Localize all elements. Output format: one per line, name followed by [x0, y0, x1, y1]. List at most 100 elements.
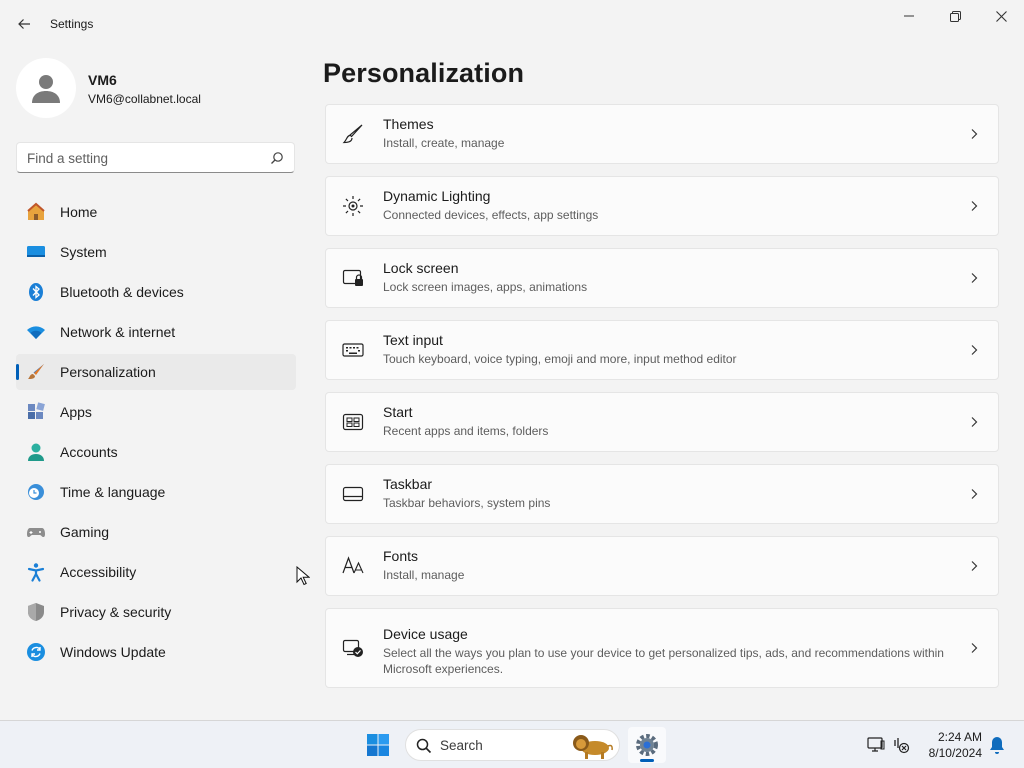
sidebar-item-label: Apps — [60, 404, 92, 420]
card-title: Text input — [383, 332, 443, 348]
card-title: Start — [383, 404, 413, 420]
close-icon — [995, 10, 1007, 22]
wifi-icon — [26, 322, 46, 342]
minimize-button[interactable] — [886, 4, 932, 28]
minimize-icon — [904, 15, 914, 17]
apps-icon — [26, 402, 46, 422]
bluetooth-icon — [26, 282, 46, 302]
card-title: Device usage — [383, 626, 468, 642]
restore-button[interactable] — [932, 4, 978, 28]
card-subtitle: Lock screen images, apps, animations — [383, 280, 588, 294]
display-tray-icon[interactable] — [866, 735, 886, 755]
back-button[interactable] — [12, 12, 36, 36]
title-bar: Settings — [0, 0, 1024, 48]
fonts-icon — [342, 555, 364, 577]
card-text-input[interactable]: Text input Touch keyboard, voice typing,… — [325, 320, 999, 380]
chevron-right-icon — [971, 561, 978, 571]
keyboard-icon — [342, 339, 364, 361]
settings-list: Themes Install, create, manage Dynamic L… — [325, 104, 999, 700]
card-subtitle: Select all the ways you plan to use your… — [383, 646, 944, 676]
system-clock[interactable]: 2:24 AM 8/10/2024 — [918, 729, 982, 761]
card-title: Lock screen — [383, 260, 459, 276]
card-dynamic-lighting[interactable]: Dynamic Lighting Connected devices, effe… — [325, 176, 999, 236]
card-taskbar[interactable]: Taskbar Taskbar behaviors, system pins — [325, 464, 999, 524]
system-icon — [26, 242, 46, 262]
sidebar-item-windows-update[interactable]: Windows Update — [16, 634, 296, 670]
running-indicator — [640, 759, 654, 762]
search-icon[interactable] — [270, 151, 284, 165]
taskbar-search[interactable]: Search — [405, 729, 620, 761]
card-subtitle: Install, create, manage — [383, 136, 505, 150]
home-icon — [26, 202, 46, 222]
card-start[interactable]: Start Recent apps and items, folders — [325, 392, 999, 452]
sidebar-item-bluetooth[interactable]: Bluetooth & devices — [16, 274, 296, 310]
sidebar-item-label: Gaming — [60, 524, 110, 540]
close-button[interactable] — [978, 4, 1024, 28]
card-themes[interactable]: Themes Install, create, manage — [325, 104, 999, 164]
start-icon — [342, 411, 364, 433]
update-icon — [26, 642, 46, 662]
sidebar-item-home[interactable]: Home — [16, 194, 296, 230]
notification-bell-icon[interactable] — [988, 735, 1006, 755]
clock-time: 2:24 AM — [937, 730, 982, 744]
lion-highlight-icon — [573, 735, 613, 759]
lighting-icon — [342, 195, 364, 217]
chevron-right-icon — [971, 129, 978, 139]
sidebar-item-label: System — [60, 244, 107, 260]
shield-icon — [26, 602, 46, 622]
network-disconnected-icon[interactable] — [892, 735, 912, 755]
card-subtitle: Connected devices, effects, app settings — [383, 208, 599, 222]
sidebar-nav: Home System Bluetooth & devices Network … — [16, 194, 296, 674]
card-title: Dynamic Lighting — [383, 188, 491, 204]
card-fonts[interactable]: Fonts Install, manage — [325, 536, 999, 596]
taskbar-search-label: Search — [440, 738, 483, 753]
user-profile[interactable]: VM6 VM6@collabnet.local — [16, 58, 296, 118]
sidebar-item-personalization[interactable]: Personalization — [16, 354, 296, 390]
sidebar-item-privacy-security[interactable]: Privacy & security — [16, 594, 296, 630]
restore-icon — [949, 10, 961, 22]
sidebar-item-label: Home — [60, 204, 98, 220]
clock-date: 8/10/2024 — [928, 746, 982, 760]
mouse-cursor-icon — [296, 566, 310, 586]
page-title: Personalization — [323, 58, 525, 88]
sidebar-item-gaming[interactable]: Gaming — [16, 514, 296, 550]
accessibility-icon — [26, 562, 46, 582]
app-title: Settings — [50, 17, 94, 31]
card-subtitle: Recent apps and items, folders — [383, 424, 549, 438]
sidebar-item-accounts[interactable]: Accounts — [16, 434, 296, 470]
user-icon — [32, 75, 60, 103]
sidebar-item-time-language[interactable]: Time & language — [16, 474, 296, 510]
user-email: VM6@collabnet.local — [88, 92, 201, 106]
chevron-right-icon — [971, 643, 978, 653]
lock-screen-icon — [342, 267, 364, 289]
search-input[interactable] — [27, 149, 263, 167]
avatar — [16, 58, 76, 118]
chevron-right-icon — [971, 345, 978, 355]
sidebar-item-label: Privacy & security — [60, 604, 172, 620]
taskbar: Search 2:24 AM 8/10/2024 — [0, 720, 1024, 768]
sidebar-item-label: Accessibility — [60, 564, 137, 580]
taskbar-settings-app[interactable] — [628, 727, 666, 763]
windows-start-icon[interactable] — [366, 733, 390, 757]
sidebar-item-label: Personalization — [60, 364, 156, 380]
globe-clock-icon — [26, 482, 46, 502]
sidebar-item-label: Network & internet — [60, 324, 176, 340]
accounts-icon — [26, 442, 46, 462]
search-icon — [416, 738, 432, 754]
chevron-right-icon — [971, 489, 978, 499]
settings-search-box[interactable] — [16, 142, 295, 173]
taskbar-icon — [342, 483, 364, 505]
sidebar-item-accessibility[interactable]: Accessibility — [16, 554, 296, 590]
card-lock-screen[interactable]: Lock screen Lock screen images, apps, an… — [325, 248, 999, 308]
user-name: VM6 — [88, 72, 117, 88]
sidebar-item-system[interactable]: System — [16, 234, 296, 270]
chevron-right-icon — [971, 273, 978, 283]
chevron-right-icon — [971, 201, 978, 211]
sidebar-item-label: Time & language — [60, 484, 166, 500]
chevron-right-icon — [971, 417, 978, 427]
sidebar-item-network[interactable]: Network & internet — [16, 314, 296, 350]
card-device-usage[interactable]: Device usage Select all the ways you pla… — [325, 608, 999, 688]
sidebar-item-apps[interactable]: Apps — [16, 394, 296, 430]
back-arrow-icon — [18, 19, 30, 29]
card-title: Taskbar — [383, 476, 433, 492]
